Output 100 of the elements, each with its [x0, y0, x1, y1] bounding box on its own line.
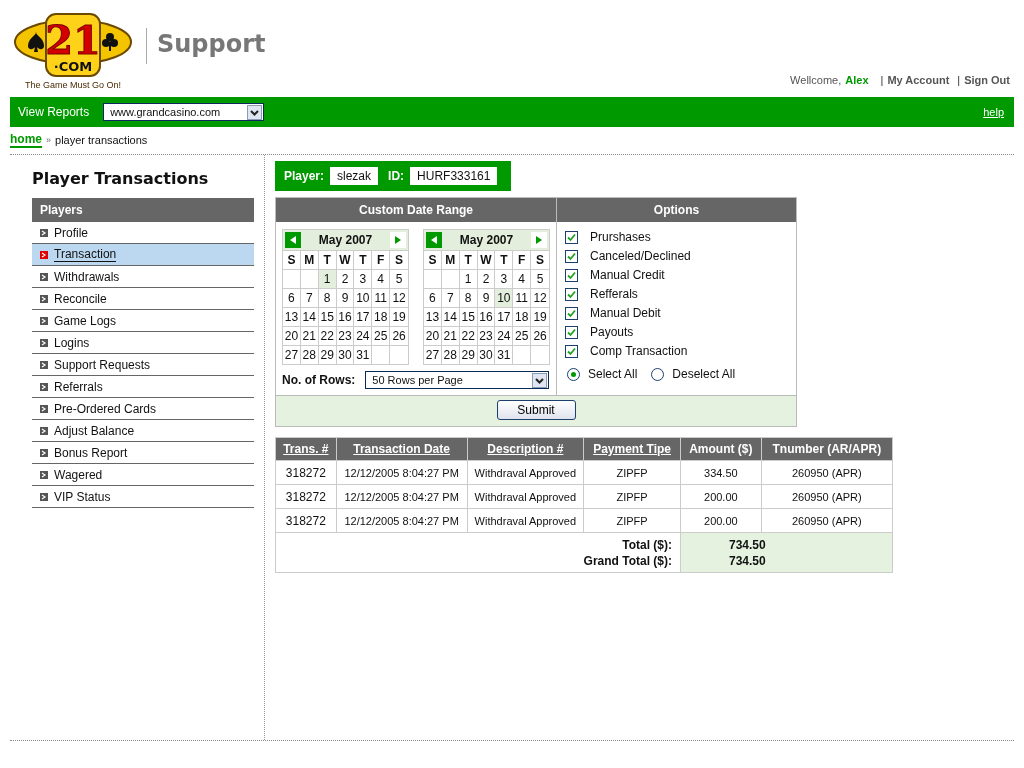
id-label: ID:	[388, 169, 405, 183]
previous-month-button[interactable]	[285, 232, 301, 248]
calendar-day[interactable]: 11	[513, 288, 532, 307]
rows-select[interactable]: 50 Rows per Page	[365, 371, 550, 389]
calendar-day[interactable]: 13	[283, 307, 301, 326]
right-triangle-icon	[536, 236, 542, 244]
checkbox[interactable]	[565, 249, 578, 263]
checkbox[interactable]	[565, 344, 578, 358]
site-select[interactable]: www.grandcasino.com	[103, 103, 265, 121]
table-cell: Withdraval Approved	[467, 508, 584, 533]
dropdown-caret-icon[interactable]	[247, 104, 263, 120]
weekday-label: F	[513, 250, 532, 269]
calendar-day[interactable]: 17	[354, 307, 373, 326]
player-name: slezak	[330, 167, 379, 185]
column-header[interactable]: Trans. #	[275, 437, 337, 461]
month-label: May 2007	[459, 233, 514, 247]
column-header[interactable]: Description #	[467, 437, 584, 461]
radio-button[interactable]	[651, 367, 665, 381]
arrow-bullet-icon	[40, 228, 48, 237]
arrow-bullet-icon	[40, 338, 48, 347]
header-link[interactable]: Sign Out	[964, 74, 1010, 86]
help-link[interactable]: help	[983, 106, 1004, 118]
calendar-day[interactable]: 4	[513, 269, 532, 288]
option-label: Manual Credit	[590, 268, 665, 282]
checkbox[interactable]	[565, 306, 578, 320]
calendar-day[interactable]: 31	[495, 345, 514, 364]
arrow-bullet-icon	[40, 250, 48, 259]
date-range-header: Custom Date Range	[276, 198, 556, 222]
radio-button[interactable]	[567, 367, 580, 381]
calendar-day[interactable]: 31	[354, 345, 373, 364]
checkbox[interactable]	[565, 287, 578, 301]
calendar-day[interactable]: 18	[513, 307, 532, 326]
calendar-day[interactable]: 25	[372, 326, 391, 345]
page-title: Player Transactions	[32, 169, 210, 188]
table-cell: ZIPFP	[583, 460, 681, 485]
separator: |	[957, 74, 961, 86]
option-label: Refferals	[590, 287, 638, 301]
column-header[interactable]: Transaction Date	[336, 437, 468, 461]
calendar-day[interactable]: 10	[354, 288, 373, 307]
calendar-day[interactable]: 3	[495, 269, 514, 288]
table-cell: Withdraval Approved	[467, 460, 584, 485]
rows-label: No. of Rows:	[282, 373, 356, 387]
option-label: Prurshases	[590, 230, 651, 244]
calendar-day[interactable]: 11	[372, 288, 391, 307]
calendar-day[interactable]: 24	[495, 326, 514, 345]
calendar-day[interactable]: 4	[372, 269, 391, 288]
arrow-bullet-icon	[40, 448, 48, 457]
calendar-day[interactable]: 13	[424, 307, 442, 326]
table-cell: 334.50	[680, 460, 762, 485]
header-link[interactable]: My Account	[887, 74, 950, 86]
table-cell: 12/12/2005 8:04:27 PM	[336, 508, 468, 533]
calendar-day[interactable]: 20	[424, 326, 442, 345]
column-header[interactable]: Payment Tipe	[583, 437, 681, 461]
breadcrumb-separator: »	[46, 135, 52, 145]
option-label: Comp Transaction	[590, 344, 688, 358]
arrow-bullet-icon	[40, 294, 48, 303]
weekday-label: T	[354, 250, 373, 269]
calendar-day[interactable]: 27	[424, 345, 442, 364]
table-cell: 200.00	[680, 484, 762, 509]
calendar-day[interactable]: 3	[354, 269, 373, 288]
option-label: Manual Debit	[590, 306, 661, 320]
total-value: 734.50	[729, 537, 767, 553]
next-month-button[interactable]	[531, 232, 547, 248]
table-cell: ZIPFP	[583, 508, 681, 533]
arrow-bullet-icon	[40, 492, 48, 501]
calendar-day[interactable]: 25	[513, 326, 532, 345]
player-id: HURF333161	[410, 167, 498, 185]
next-month-button[interactable]	[390, 232, 406, 248]
table-cell: 318272	[275, 484, 337, 509]
calendar-day[interactable]: 6	[283, 288, 301, 307]
month-label: May 2007	[318, 233, 373, 247]
left-triangle-icon	[431, 236, 437, 244]
page-header-title: Support	[157, 30, 266, 58]
separator: |	[880, 74, 884, 86]
calendar-day[interactable]: 20	[283, 326, 301, 345]
calendar-day[interactable]: 24	[354, 326, 373, 345]
home-link[interactable]: home	[10, 132, 42, 148]
previous-month-button[interactable]	[426, 232, 442, 248]
submit-button[interactable]: Submit	[496, 400, 576, 420]
column-header: Tnumber (AR/APR)	[761, 437, 893, 461]
arrow-bullet-icon	[40, 316, 48, 325]
checkbox[interactable]	[565, 230, 578, 244]
calendar-day[interactable]: 6	[424, 288, 442, 307]
checkbox[interactable]	[565, 268, 578, 282]
calendar-day[interactable]: 27	[283, 345, 301, 364]
table-cell: ZIPFP	[583, 484, 681, 509]
arrow-bullet-icon	[40, 470, 48, 479]
breadcrumb-current: player transactions	[55, 134, 148, 146]
calendar-day[interactable]: 17	[495, 307, 514, 326]
total-value: 734.50	[729, 553, 767, 569]
sidebar-item[interactable]: Transaction	[32, 244, 254, 266]
weekday-label: F	[372, 250, 391, 269]
view-reports-label: View Reports	[18, 105, 90, 119]
left-triangle-icon	[290, 236, 296, 244]
checkbox[interactable]	[565, 325, 578, 339]
table-cell: 260950 (APR)	[761, 484, 893, 509]
calendar-day[interactable]: 18	[372, 307, 391, 326]
calendar-day[interactable]: 10	[495, 288, 514, 307]
dropdown-caret-icon[interactable]	[532, 372, 548, 388]
radio-label: Deselect All	[672, 367, 736, 381]
